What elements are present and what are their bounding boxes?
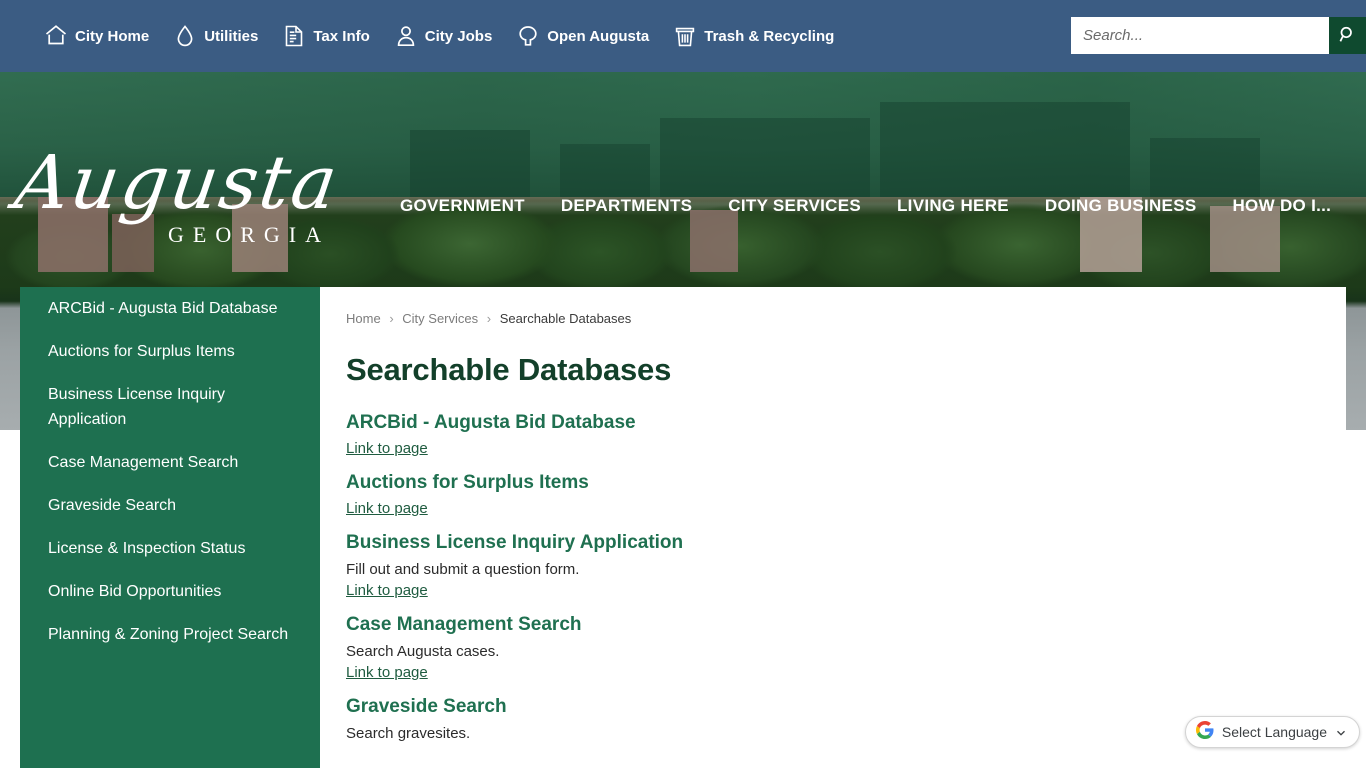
breadcrumb: Home › City Services › Searchable Databa…: [346, 311, 1318, 326]
chevron-down-icon[interactable]: [1335, 726, 1347, 738]
sidebar-item-case-management-search[interactable]: Case Management Search: [20, 441, 320, 484]
sidebar-item-license-inspection-status[interactable]: License & Inspection Status: [20, 527, 320, 570]
utility-link-utilities[interactable]: Utilities: [161, 19, 270, 53]
sidebar-item-business-license-inquiry[interactable]: Business License Inquiry Application: [20, 373, 320, 441]
utility-link-open-augusta[interactable]: Open Augusta: [504, 19, 661, 53]
utility-link-label: Trash & Recycling: [704, 27, 835, 45]
translate-selected-language: Select Language: [1221, 724, 1327, 740]
utility-link-tax-info[interactable]: Tax Info: [270, 19, 381, 53]
page-title: Searchable Databases: [346, 352, 672, 387]
database-entry-link[interactable]: Link to page: [346, 582, 428, 599]
nav-item-doing-business[interactable]: DOING BUSINESS: [1027, 190, 1215, 222]
breadcrumb-link-city-services[interactable]: City Services: [402, 311, 478, 326]
database-entry-title[interactable]: Auctions for Surplus Items: [346, 472, 1318, 494]
database-entry-case-management: Case Management Search Search Augusta ca…: [346, 614, 1318, 682]
search-input[interactable]: [1071, 17, 1329, 54]
sidebar-item-auctions-surplus[interactable]: Auctions for Surplus Items: [20, 330, 320, 373]
database-entry-description: Search Augusta cases.: [346, 643, 500, 660]
utility-link-trash-recycling[interactable]: Trash & Recycling: [661, 19, 846, 53]
utility-link-label: Utilities: [204, 27, 259, 45]
utility-link-city-jobs[interactable]: City Jobs: [382, 19, 505, 53]
database-entry-graveside-search: Graveside Search Search gravesites.: [346, 696, 1318, 743]
database-entry-description: Search gravesites.: [346, 725, 471, 742]
utility-nav: City Home Utilities Tax Info City Jobs O…: [32, 19, 846, 53]
google-translate-widget[interactable]: Select Language: [1184, 716, 1360, 748]
nav-item-living-here[interactable]: LIVING HERE: [879, 190, 1027, 222]
database-entry-title[interactable]: Graveside Search: [346, 696, 1318, 718]
database-entry-description: Fill out and submit a question form.: [346, 561, 580, 578]
main-navigation: GOVERNMENT DEPARTMENTS CITY SERVICES LIV…: [382, 190, 1349, 222]
sidebar-item-planning-zoning-search[interactable]: Planning & Zoning Project Search: [20, 613, 320, 656]
nav-item-how-do-i[interactable]: HOW DO I...: [1214, 190, 1349, 222]
document-icon: [282, 23, 306, 49]
logo-subtitle-text: GEORGIA: [168, 222, 330, 247]
breadcrumb-separator: ›: [389, 311, 394, 326]
utility-link-label: Open Augusta: [547, 27, 650, 45]
content-shell: ARCBid - Augusta Bid Database Auctions f…: [20, 287, 1346, 768]
database-entry-title[interactable]: ARCBid - Augusta Bid Database: [346, 412, 1318, 434]
utility-link-city-home[interactable]: City Home: [32, 19, 161, 53]
top-utility-bar: City Home Utilities Tax Info City Jobs O…: [0, 0, 1366, 72]
sidebar-navigation: ARCBid - Augusta Bid Database Auctions f…: [20, 287, 320, 768]
masthead-building-silhouette: [880, 102, 1130, 197]
water-drop-icon: [173, 23, 197, 49]
database-entry-arcbid: ARCBid - Augusta Bid Database Link to pa…: [346, 412, 1318, 458]
google-g-icon: [1195, 720, 1214, 744]
breadcrumb-link-home[interactable]: Home: [346, 311, 381, 326]
search-icon: [1338, 25, 1357, 47]
database-entry-link[interactable]: Link to page: [346, 440, 428, 457]
utility-link-label: City Jobs: [424, 27, 493, 45]
sidebar-item-graveside-search[interactable]: Graveside Search: [20, 484, 320, 527]
breadcrumb-current: Searchable Databases: [499, 311, 632, 326]
utility-link-label: City Home: [75, 27, 150, 45]
sidebar-item-arcbid[interactable]: ARCBid - Augusta Bid Database: [20, 287, 320, 330]
database-entry-title[interactable]: Business License Inquiry Application: [346, 532, 1318, 554]
database-entry-link[interactable]: Link to page: [346, 500, 428, 517]
nav-item-departments[interactable]: DEPARTMENTS: [543, 190, 710, 222]
logo-script-text: Augusta: [9, 140, 345, 226]
home-icon: [44, 23, 68, 49]
tree-icon: [516, 23, 540, 49]
breadcrumb-separator: ›: [486, 311, 492, 326]
nav-item-city-services[interactable]: CITY SERVICES: [710, 190, 879, 222]
site-search: [1071, 17, 1366, 54]
search-submit-button[interactable]: [1329, 17, 1366, 54]
masthead-building-silhouette: [1150, 138, 1260, 197]
masthead-building-silhouette: [410, 130, 530, 197]
utility-link-label: Tax Info: [313, 27, 370, 45]
database-entry-link[interactable]: Link to page: [346, 664, 428, 681]
sidebar-item-online-bid-opportunities[interactable]: Online Bid Opportunities: [20, 570, 320, 613]
database-entry-auctions-surplus: Auctions for Surplus Items Link to page: [346, 472, 1318, 518]
database-entry-title[interactable]: Case Management Search: [346, 614, 1318, 636]
site-logo-augusta-georgia[interactable]: Augusta GEORGIA: [10, 140, 381, 268]
database-entry-business-license: Business License Inquiry Application Fil…: [346, 532, 1318, 600]
masthead-building-silhouette: [660, 118, 870, 197]
trash-can-icon: [673, 23, 697, 49]
main-content: Home › City Services › Searchable Databa…: [320, 287, 1346, 768]
nav-item-government[interactable]: GOVERNMENT: [382, 190, 543, 222]
person-icon: [394, 23, 418, 49]
